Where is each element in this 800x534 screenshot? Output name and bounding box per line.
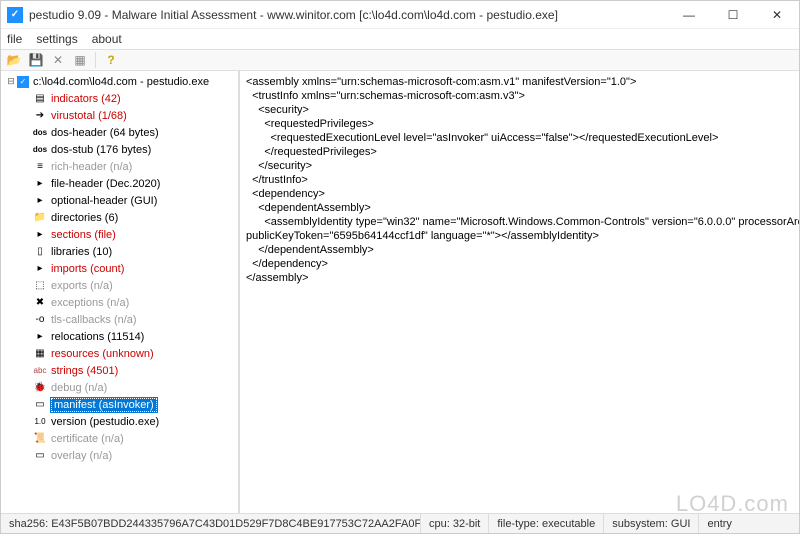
tree-item-icon: 1.0 — [33, 415, 47, 429]
tree-item[interactable]: dos dos-header (64 bytes) — [1, 124, 238, 141]
tree-item[interactable]: ➔ virustotal (1/68) — [1, 107, 238, 124]
tree-item-icon: ▭ — [33, 398, 47, 412]
tree-item-label: directories (6) — [51, 212, 118, 224]
toolbar-separator — [95, 52, 96, 68]
tree-item-label: virustotal (1/68) — [51, 110, 127, 122]
main-area: ⊟ ✓ c:\lo4d.com\lo4d.com - pestudio.exe … — [1, 71, 799, 513]
open-icon[interactable]: 📂 — [5, 51, 23, 69]
app-icon: ✓ — [7, 7, 23, 23]
tree-item[interactable]: ▭ manifest (asInvoker) — [1, 396, 238, 413]
collapse-icon[interactable]: ⊟ — [5, 76, 17, 87]
tree-item-label: file-header (Dec.2020) — [51, 178, 160, 190]
close-file-icon[interactable]: ✕ — [49, 51, 67, 69]
tree-item-icon: ▸ — [33, 262, 47, 276]
tree-item[interactable]: ▸ sections (file) — [1, 226, 238, 243]
tree-item[interactable]: ▸ imports (count) — [1, 260, 238, 277]
tree-item-label: imports (count) — [51, 263, 124, 275]
tree-item[interactable]: ▦ resources (unknown) — [1, 345, 238, 362]
statusbar: sha256: E43F5B07BDD244335796A7C43D01D529… — [1, 513, 799, 533]
tree-item-icon: ➔ — [33, 109, 47, 123]
tree-item-label: indicators (42) — [51, 93, 121, 105]
tree-item-label: strings (4501) — [51, 365, 118, 377]
tree-root[interactable]: ⊟ ✓ c:\lo4d.com\lo4d.com - pestudio.exe — [1, 73, 238, 90]
content-pane[interactable]: <assembly xmlns="urn:schemas-microsoft-c… — [239, 71, 799, 513]
tree-root-label: c:\lo4d.com\lo4d.com - pestudio.exe — [33, 76, 209, 88]
tree-item-icon: dos — [33, 143, 47, 157]
tree-item-label: relocations (11514) — [51, 331, 144, 343]
tree-item-icon: abc — [33, 364, 47, 378]
app-file-icon: ✓ — [17, 76, 29, 88]
menubar: file settings about — [1, 29, 799, 49]
titlebar: ✓ pestudio 9.09 - Malware Initial Assess… — [1, 1, 799, 29]
tree-item-label: manifest (asInvoker) — [51, 398, 157, 412]
tree-item[interactable]: 1.0 version (pestudio.exe) — [1, 413, 238, 430]
tree-item-label: debug (n/a) — [51, 382, 107, 394]
tree-item-icon: ▯ — [33, 245, 47, 259]
tree-item[interactable]: ▯ libraries (10) — [1, 243, 238, 260]
status-sha256: sha256: E43F5B07BDD244335796A7C43D01D529… — [1, 514, 421, 533]
tree-item[interactable]: ▭ overlay (n/a) — [1, 447, 238, 464]
tree-item[interactable]: dos dos-stub (176 bytes) — [1, 141, 238, 158]
tree-item-label: exports (n/a) — [51, 280, 113, 292]
tree-item-label: sections (file) — [51, 229, 116, 241]
close-button[interactable]: ✕ — [755, 1, 799, 29]
tree-item-label: tls-callbacks (n/a) — [51, 314, 137, 326]
tree-item-icon: -o — [33, 313, 47, 327]
status-entry: entry — [699, 514, 799, 533]
tree-item-label: resources (unknown) — [51, 348, 154, 360]
tree-item-label: dos-stub (176 bytes) — [51, 144, 151, 156]
help-icon[interactable]: ? — [102, 51, 120, 69]
tree-item-label: optional-header (GUI) — [51, 195, 157, 207]
tree-item-icon: 🐞 — [33, 381, 47, 395]
tree-item-icon: ≡ — [33, 160, 47, 174]
status-subsystem: subsystem: GUI — [604, 514, 699, 533]
menu-file[interactable]: file — [7, 32, 22, 46]
tree-item[interactable]: ▸ relocations (11514) — [1, 328, 238, 345]
tree-item-icon: ▸ — [33, 177, 47, 191]
menu-settings[interactable]: settings — [36, 32, 77, 46]
menu-about[interactable]: about — [92, 32, 122, 46]
status-filetype: file-type: executable — [489, 514, 604, 533]
tree-item-label: libraries (10) — [51, 246, 112, 258]
tree-item-icon: ⬚ — [33, 279, 47, 293]
tree-item-icon: ▭ — [33, 449, 47, 463]
tree-item-label: overlay (n/a) — [51, 450, 112, 462]
tree-item[interactable]: ▸ file-header (Dec.2020) — [1, 175, 238, 192]
options-icon[interactable]: ▦ — [71, 51, 89, 69]
tree-item-label: certificate (n/a) — [51, 433, 124, 445]
tree-panel[interactable]: ⊟ ✓ c:\lo4d.com\lo4d.com - pestudio.exe … — [1, 71, 239, 513]
tree-item[interactable]: 📜 certificate (n/a) — [1, 430, 238, 447]
tree-item-icon: 📁 — [33, 211, 47, 225]
tree-item[interactable]: -o tls-callbacks (n/a) — [1, 311, 238, 328]
save-icon[interactable]: 💾 — [27, 51, 45, 69]
tree-item-label: rich-header (n/a) — [51, 161, 132, 173]
tree-item[interactable]: ≡ rich-header (n/a) — [1, 158, 238, 175]
tree-item[interactable]: 📁 directories (6) — [1, 209, 238, 226]
tree-item-icon: ▸ — [33, 228, 47, 242]
tree-item[interactable]: abc strings (4501) — [1, 362, 238, 379]
window-buttons: — ☐ ✕ — [667, 1, 799, 29]
minimize-button[interactable]: — — [667, 1, 711, 29]
tree-item-icon: ▦ — [33, 347, 47, 361]
tree-item-icon: ▤ — [33, 92, 47, 106]
tree-item-label: version (pestudio.exe) — [51, 416, 159, 428]
tree-item[interactable]: ✖ exceptions (n/a) — [1, 294, 238, 311]
tree-item-icon: 📜 — [33, 432, 47, 446]
tree-item[interactable]: ⬚ exports (n/a) — [1, 277, 238, 294]
maximize-button[interactable]: ☐ — [711, 1, 755, 29]
tree-item-label: exceptions (n/a) — [51, 297, 129, 309]
tree-item-icon: ▸ — [33, 194, 47, 208]
tree-item-label: dos-header (64 bytes) — [51, 127, 159, 139]
tree-item-icon: dos — [33, 126, 47, 140]
window-title: pestudio 9.09 - Malware Initial Assessme… — [29, 8, 667, 22]
tree-item[interactable]: 🐞 debug (n/a) — [1, 379, 238, 396]
tree-item[interactable]: ▤ indicators (42) — [1, 90, 238, 107]
tree-item-icon: ▸ — [33, 330, 47, 344]
toolbar: 📂 💾 ✕ ▦ ? — [1, 49, 799, 71]
tree-item-icon: ✖ — [33, 296, 47, 310]
status-cpu: cpu: 32-bit — [421, 514, 489, 533]
tree-item[interactable]: ▸ optional-header (GUI) — [1, 192, 238, 209]
